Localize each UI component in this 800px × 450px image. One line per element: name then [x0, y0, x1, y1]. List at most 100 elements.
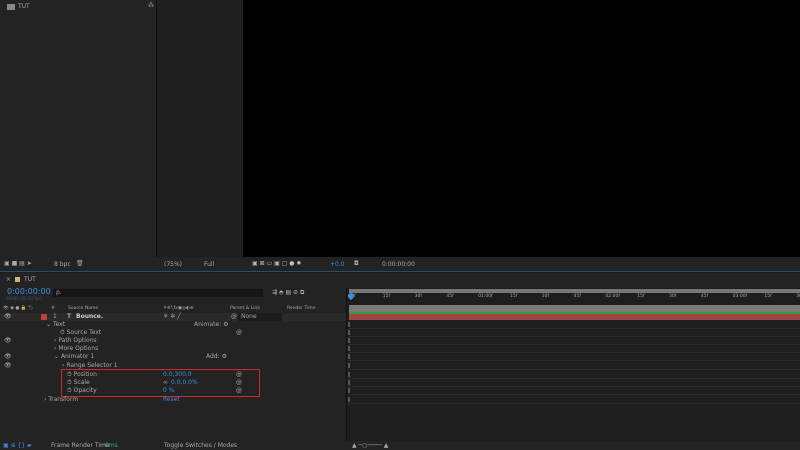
layer-row[interactable]: 👁 1 T Bounce. ⚘ ✲ ╱ @ None — [0, 313, 346, 321]
ruler-tick-label: 15f — [382, 294, 391, 299]
prop-text[interactable]: ⌄ Text Animate: ⚙ — [0, 321, 346, 329]
keyframe-marker[interactable]: I — [348, 379, 350, 387]
prop-position[interactable]: ⏱ Position 0.0,300.0 @ — [0, 371, 346, 379]
ruler-tick-label: 30f — [541, 294, 550, 299]
layer-number: 1 — [53, 313, 57, 320]
zoom-slider[interactable]: ▲ ─○──── ▲ — [352, 441, 388, 450]
add-menu-icon[interactable]: ⚙ — [222, 353, 227, 360]
tab-tut[interactable]: TUT — [24, 276, 36, 283]
pickwhip-icon[interactable]: @ — [231, 313, 237, 321]
bpc-label[interactable]: 8 bpc — [54, 261, 71, 268]
bottom-toolbar: ▣ ■ ▤ ➤ 8 bpc 🗑 (75%) Full ▣ ⊠ ▭ ▣ ▢ ● ✹… — [0, 257, 800, 272]
prop-path-options[interactable]: 👁 › Path Options — [0, 337, 346, 345]
eye-icon[interactable]: 👁 — [4, 353, 12, 361]
ruler-tick-label: 02:00f — [605, 294, 620, 299]
prop-transform[interactable]: › Transform Reset — [0, 396, 346, 404]
add-button[interactable]: Add: — [206, 353, 220, 360]
pickwhip-icon[interactable]: @ — [236, 387, 242, 395]
toggle-switches-modes[interactable]: Toggle Switches / Modes — [164, 441, 237, 450]
project-icons[interactable]: ▣ ■ ▤ ➤ — [4, 260, 32, 267]
eye-icon[interactable]: 👁 — [4, 362, 12, 370]
parent-dropdown[interactable]: None — [238, 313, 282, 321]
trash-icon[interactable]: 🗑 — [76, 260, 84, 267]
prop-animator[interactable]: 👁 ⌄ Animator 1 Add: ⚙ — [0, 353, 346, 361]
keyframe-marker[interactable]: I — [348, 396, 350, 404]
constrain-link-icon[interactable]: ∞ — [163, 379, 168, 387]
range-selector-label: Range Selector 1 — [66, 362, 118, 369]
camera-icon[interactable]: ◘ — [354, 260, 359, 267]
timeline-switch-icons[interactable]: ⇶ ⬘ ▤ ⊘ ⧉ — [272, 289, 304, 297]
pickwhip-icon[interactable]: @ — [236, 371, 242, 379]
prop-scale[interactable]: ⏱ Scale ∞ 0.0,0.0% @ — [0, 379, 346, 387]
render-time-column[interactable]: Render Time — [287, 305, 315, 313]
pickwhip-icon[interactable]: @ — [236, 329, 242, 337]
reset-link[interactable]: Reset — [163, 396, 180, 404]
resolution-dropdown[interactable]: Full — [204, 261, 214, 268]
opacity-value[interactable]: 0 % — [163, 387, 174, 395]
text-group[interactable]: Text — [53, 321, 65, 328]
keyframe-marker[interactable]: I — [348, 353, 350, 361]
eye-icon[interactable]: 👁 — [4, 313, 12, 321]
project-item-tut[interactable]: TUT — [18, 3, 30, 10]
search-input[interactable]: ρ. — [53, 289, 263, 297]
viewer-timecode[interactable]: 0:00:00:00 — [382, 261, 415, 268]
comp-color-icon — [15, 277, 21, 282]
layer-duration-bar[interactable] — [349, 312, 800, 320]
prop-opacity[interactable]: ⏱ Opacity 0 % @ — [0, 387, 346, 395]
animate-menu-icon[interactable]: ⚙ — [223, 321, 228, 328]
opacity-label: Opacity — [73, 387, 97, 394]
path-options-label: Path Options — [58, 337, 97, 344]
prop-source-text[interactable]: ⏱ Source Text @ — [0, 329, 346, 337]
footer-icons[interactable]: ▣ ⊕ {} ▰ — [3, 441, 32, 450]
keyframe-marker[interactable]: I — [348, 362, 350, 370]
timeline-footer: ▣ ⊕ {} ▰ Frame Render Time 0ms Toggle Sw… — [0, 441, 800, 450]
stopwatch-icon[interactable]: ⏱ — [60, 329, 65, 336]
scale-value[interactable]: 0.0,0.0% — [171, 379, 198, 387]
frame-render-value: 0ms — [105, 442, 118, 449]
ruler-tick-label: 15f — [764, 294, 772, 299]
keyframe-marker[interactable]: I — [348, 321, 350, 329]
scale-label: Scale — [73, 379, 90, 386]
keyframe-marker[interactable]: I — [348, 387, 350, 395]
composition-icon — [7, 3, 15, 10]
eye-icon[interactable]: 👁 — [4, 337, 12, 345]
stopwatch-icon[interactable]: ⏱ — [67, 379, 72, 386]
ruler-tick-label: 45f — [446, 294, 454, 299]
animate-button[interactable]: Animate: — [194, 321, 221, 328]
transform-label: Transform — [48, 396, 79, 403]
project-panel: TUT ⁂ — [0, 0, 157, 257]
keyframe-marker[interactable]: I — [348, 345, 350, 353]
ruler-tick-label: 30f — [796, 294, 800, 299]
zoom-dropdown[interactable]: (75%) — [164, 261, 182, 268]
fps-label: 00000 (60.00 fps) — [6, 296, 42, 301]
source-name-column[interactable]: Source Name — [68, 305, 98, 313]
close-tab-icon[interactable]: × — [6, 276, 11, 283]
frame-render-label: Frame Render Time — [51, 442, 110, 449]
secondary-panel — [158, 0, 243, 257]
av-switch-icons: 👁 ◉ ● 🔒 🏷 — [3, 306, 34, 311]
source-text-label: Source Text — [66, 329, 102, 336]
keyframe-marker[interactable]: I — [348, 337, 350, 345]
keyframe-marker[interactable]: I — [348, 329, 350, 337]
flowchart-icon[interactable]: ⁂ — [148, 2, 154, 9]
viewer-icons[interactable]: ▣ ⊠ ▭ ▣ ▢ ● ✹ — [252, 260, 301, 267]
stopwatch-icon[interactable]: ⏱ — [67, 371, 72, 378]
keyframe-marker[interactable]: I — [348, 371, 350, 379]
prop-more-options[interactable]: › More Options — [0, 345, 346, 353]
time-ruler[interactable]: 0f15f30f45f01:00f15f30f45f02:00f15f30f45… — [347, 294, 800, 304]
layer-name[interactable]: Bounce. — [76, 313, 103, 321]
parent-column[interactable]: Parent & Link — [230, 305, 260, 313]
current-time[interactable]: 0:00:00:00 — [7, 287, 51, 296]
layer-switches[interactable]: ⚘ ✲ ╱ — [163, 313, 181, 321]
ruler-tick-label: 01:00f — [478, 294, 493, 299]
exposure-value[interactable]: +0.0 — [330, 261, 345, 268]
column-header: 👁 ◉ ● 🔒 🏷 # Source Name ⚘✲╲fx▣◎◐⊛ Parent… — [0, 305, 346, 313]
position-label: Position — [73, 371, 97, 378]
label-color[interactable] — [41, 314, 47, 320]
animator-label: Animator 1 — [60, 353, 95, 360]
work-area-bar[interactable] — [349, 289, 800, 293]
pickwhip-icon[interactable]: @ — [236, 379, 242, 387]
position-value[interactable]: 0.0,300.0 — [163, 371, 192, 379]
stopwatch-icon[interactable]: ⏱ — [67, 387, 72, 394]
num-column: # — [51, 306, 55, 311]
